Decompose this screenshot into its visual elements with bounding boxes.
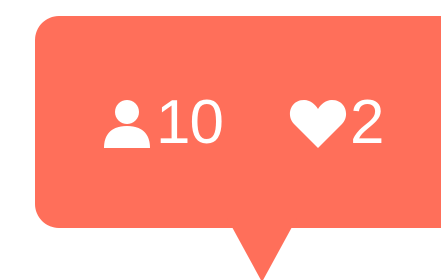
followers-count: 10 (156, 88, 224, 157)
heart-icon (288, 96, 348, 150)
likes-counter: 2 (288, 88, 384, 158)
notification-stage: 10 2 (0, 0, 441, 280)
followers-counter: 10 (100, 88, 224, 158)
likes-count: 2 (350, 88, 384, 157)
bubble-pointer (226, 216, 298, 280)
user-icon (100, 96, 154, 150)
